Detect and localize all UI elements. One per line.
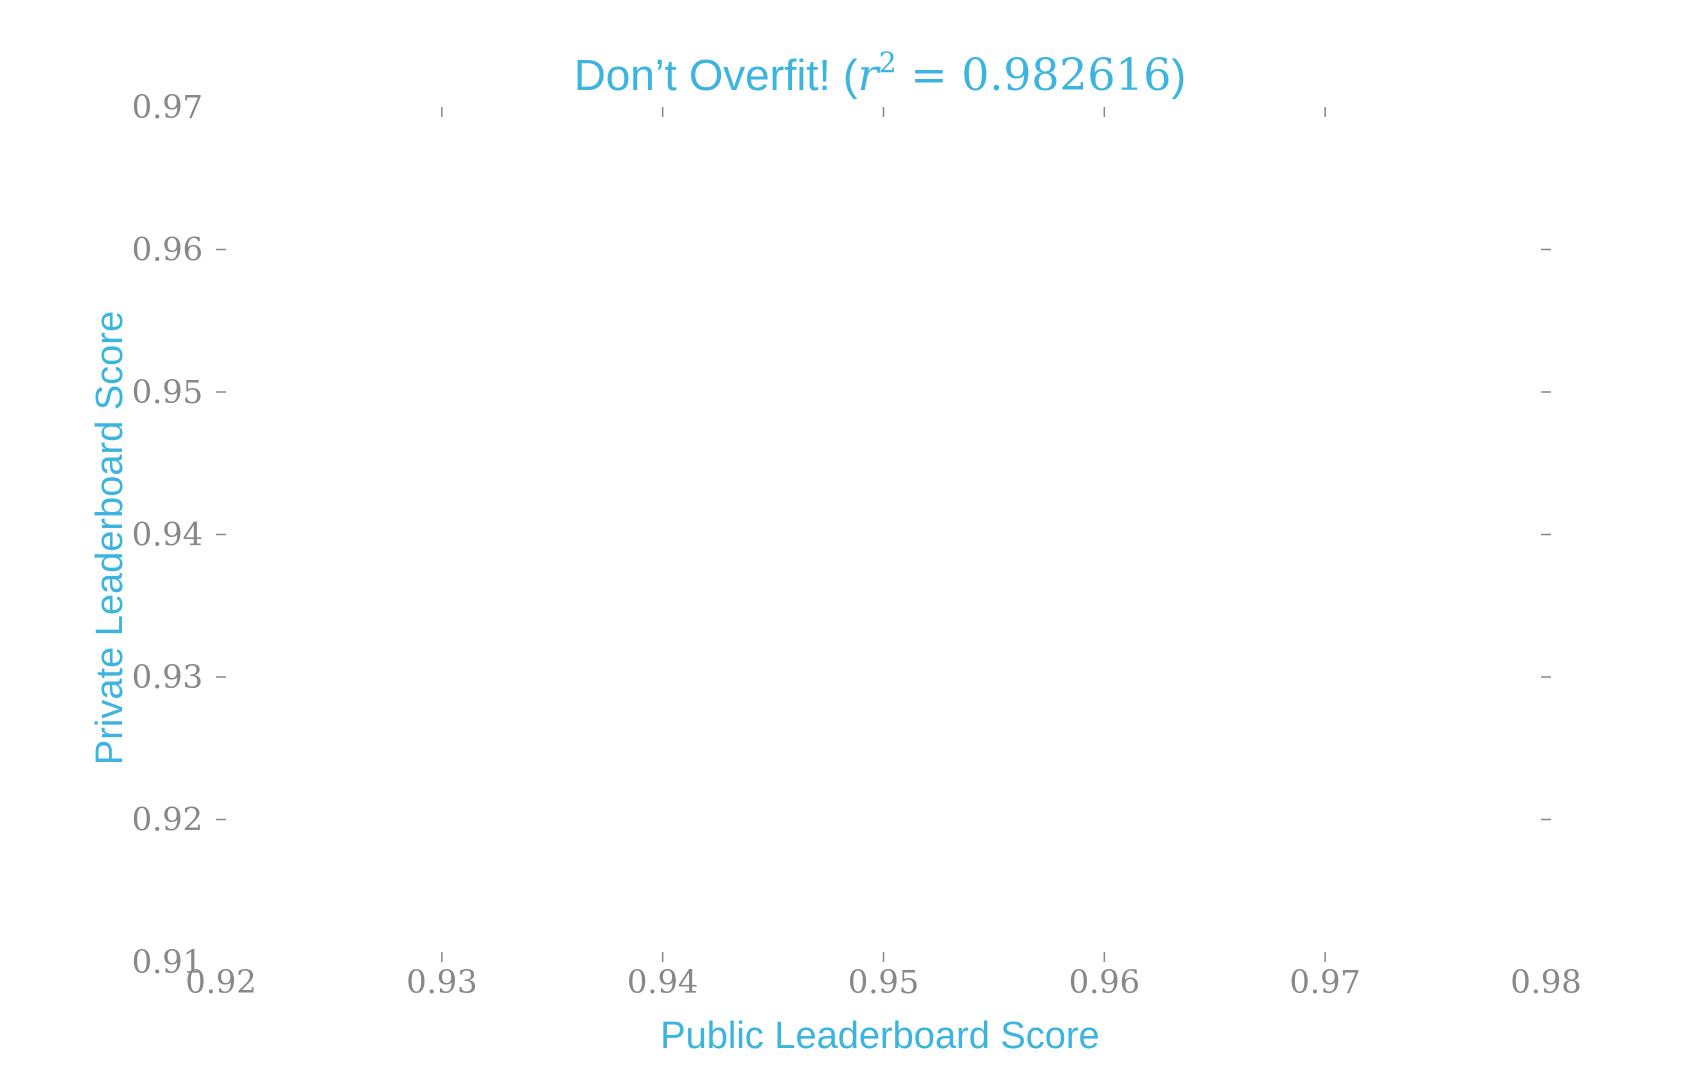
x-tick-label: 0.94 (627, 963, 698, 1001)
y-tick-label: 0.91 (132, 943, 203, 981)
y-tick-label: 0.94 (132, 516, 203, 554)
scatter-chart: Don’t Overfit! (r2 = 0.982616) 0.92 0.93 0… (89, 46, 1582, 1057)
y-tick-label: 0.95 (132, 373, 203, 411)
x-tick-label: 0.98 (1510, 963, 1581, 1001)
y-tick-label: 0.97 (132, 88, 203, 126)
y-tick-label: 0.92 (132, 801, 203, 839)
x-tick-label: 0.97 (1290, 963, 1361, 1001)
x-tick-label: 0.93 (406, 963, 477, 1001)
axis-ticks: 0.92 0.93 0.94 0.95 0.96 0.97 0.980.910.920.93… (132, 88, 1582, 1001)
x-axis-label: Public Leaderboard Score (660, 1015, 1099, 1057)
y-axis-label: Private Leaderboard Score (89, 311, 131, 765)
x-tick-label: 0.96 (1069, 963, 1140, 1001)
x-tick-label: 0.95 (848, 963, 919, 1001)
y-tick-label: 0.93 (132, 658, 203, 696)
y-tick-label: 0.96 (132, 231, 203, 269)
chart-title: Don’t Overfit! (r2 = 0.982616) (574, 46, 1186, 101)
